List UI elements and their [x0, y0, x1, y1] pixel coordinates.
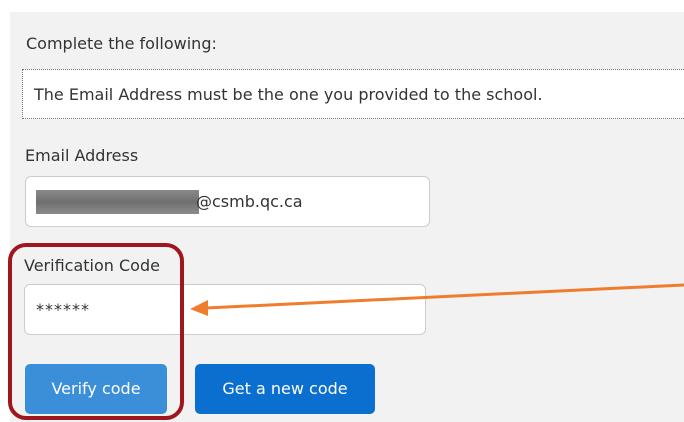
email-notice-box: The Email Address must be the one you pr… — [22, 69, 684, 119]
panel-pointer-notch — [40, 12, 66, 24]
redacted-email-username — [36, 190, 199, 214]
verification-code-label: Verification Code — [24, 256, 160, 275]
email-address-value: @csmb.qc.ca — [196, 192, 303, 211]
email-address-input[interactable]: @csmb.qc.ca — [25, 176, 430, 227]
email-notice-text: The Email Address must be the one you pr… — [34, 85, 543, 104]
form-intro-text: Complete the following: — [26, 34, 217, 53]
verify-code-button[interactable]: Verify code — [25, 364, 167, 414]
verification-code-value: ****** — [36, 300, 90, 319]
verification-code-input[interactable]: ****** — [24, 284, 426, 335]
get-new-code-button[interactable]: Get a new code — [195, 364, 375, 414]
email-address-label: Email Address — [25, 146, 139, 165]
